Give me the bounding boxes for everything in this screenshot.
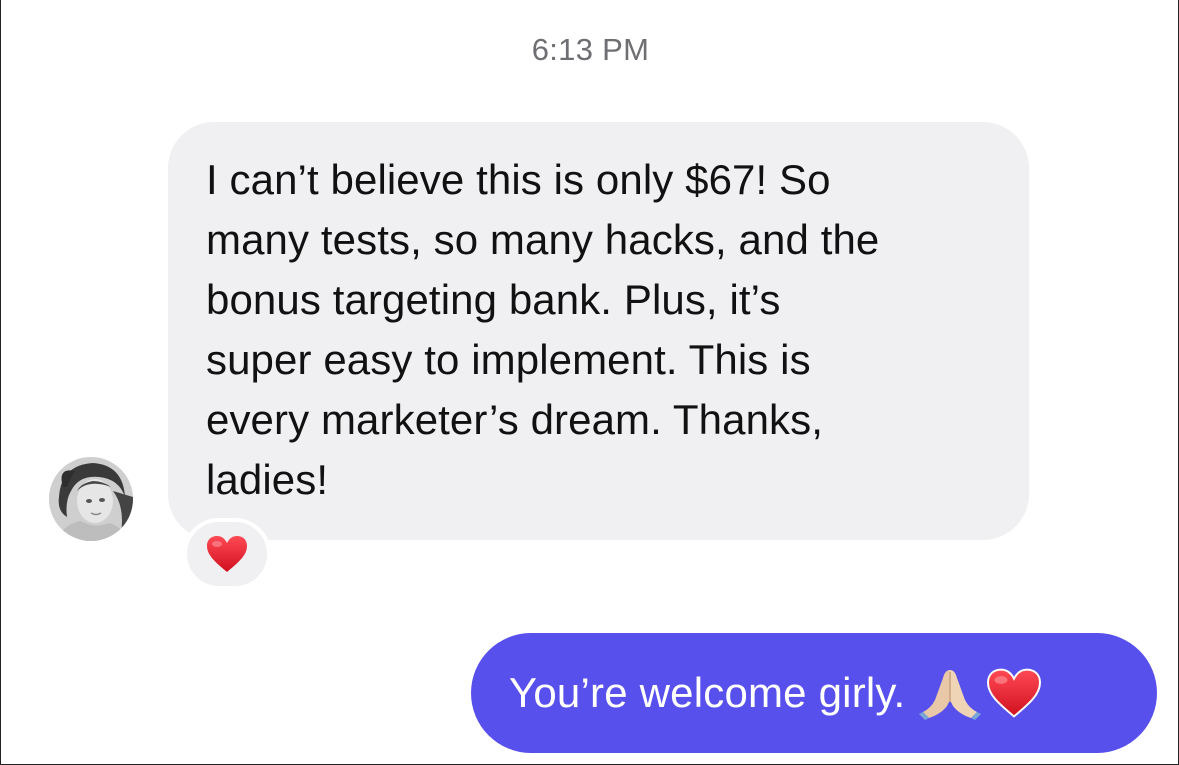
red-heart-icon (987, 668, 1042, 718)
outgoing-emoji-group (919, 666, 1043, 720)
outgoing-message-text: You’re welcome girly. (509, 669, 906, 716)
message-timestamp: 6:13 PM (531, 32, 650, 67)
avatar-photo (49, 457, 133, 541)
outgoing-message-bubble[interactable]: You’re welcome girly. (471, 633, 1157, 753)
contact-avatar[interactable] (49, 457, 133, 541)
message-reaction[interactable] (183, 518, 271, 590)
incoming-message-text: I can’t believe this is only $67! So man… (206, 156, 880, 503)
red-heart-icon (207, 536, 247, 572)
incoming-message-bubble[interactable]: I can’t believe this is only $67! So man… (168, 122, 1029, 540)
folded-hands-icon (919, 670, 982, 720)
